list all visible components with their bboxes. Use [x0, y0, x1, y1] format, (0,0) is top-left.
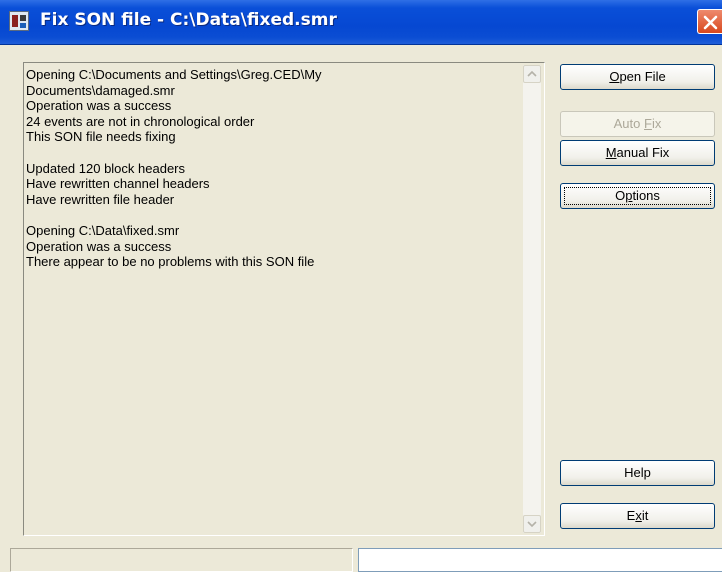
- chevron-up-icon: [527, 70, 537, 77]
- app-icon[interactable]: [9, 11, 29, 31]
- auto-fix-label-pre: Auto: [613, 116, 644, 131]
- open-file-button[interactable]: Open File: [560, 64, 715, 90]
- focus-indicator: [564, 187, 711, 205]
- manual-fix-button[interactable]: Manual Fix: [560, 140, 715, 166]
- status-pane-right: [358, 548, 722, 572]
- log-panel[interactable]: Opening C:\Documents and Settings\Greg.C…: [23, 62, 545, 536]
- vertical-scrollbar[interactable]: [523, 65, 541, 533]
- window-title: Fix SON file - C:\Data\fixed.smr: [40, 10, 337, 30]
- open-file-label-rest: pen File: [619, 69, 666, 84]
- manual-fix-mnemonic: M: [605, 145, 617, 160]
- auto-fix-label-rest: ix: [651, 116, 662, 131]
- scroll-down-button[interactable]: [523, 515, 541, 533]
- chevron-down-icon: [527, 521, 537, 528]
- help-label: Help: [624, 465, 651, 480]
- auto-fix-mnemonic: F: [644, 116, 652, 131]
- close-icon: [703, 15, 718, 30]
- title-bar[interactable]: Fix SON file - C:\Data\fixed.smr: [0, 0, 722, 45]
- status-pane-left: [10, 548, 353, 572]
- scroll-up-button[interactable]: [523, 65, 541, 83]
- options-button[interactable]: Options: [560, 183, 715, 209]
- manual-fix-label-rest: anual Fix: [616, 145, 670, 160]
- log-text: Opening C:\Documents and Settings\Greg.C…: [26, 67, 322, 270]
- exit-label-rest: it: [641, 508, 649, 523]
- exit-button[interactable]: Exit: [560, 503, 715, 529]
- auto-fix-button[interactable]: Auto Fix: [560, 111, 715, 137]
- open-file-mnemonic: O: [609, 69, 620, 84]
- close-button[interactable]: [697, 9, 722, 34]
- help-button[interactable]: Help: [560, 460, 715, 486]
